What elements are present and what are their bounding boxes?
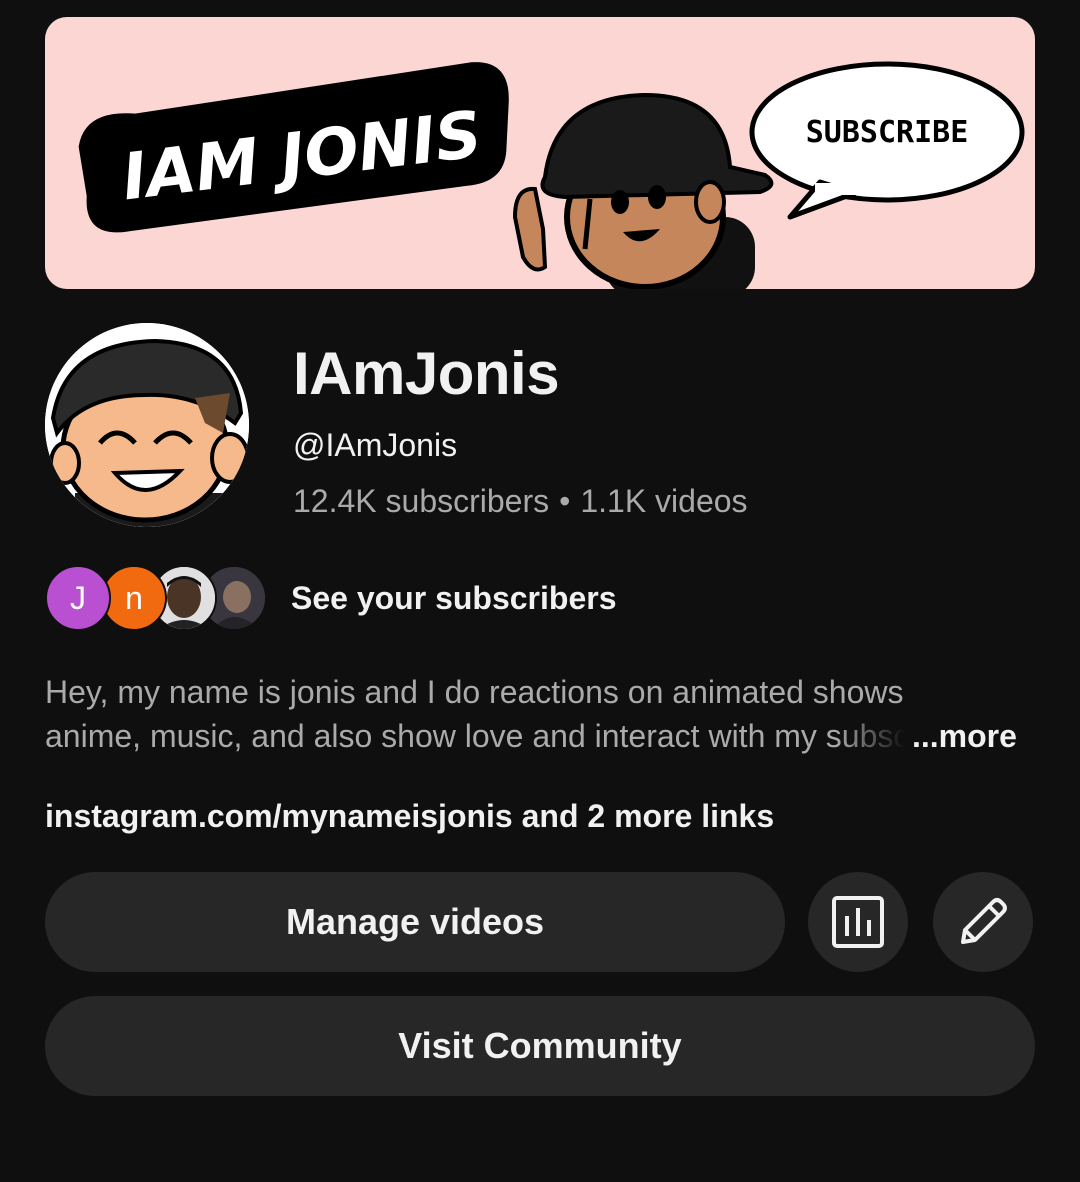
visit-community-label: Visit Community: [398, 1025, 682, 1066]
analytics-button[interactable]: [808, 872, 908, 972]
visit-community-button[interactable]: Visit Community: [45, 996, 1035, 1096]
edit-channel-button[interactable]: [933, 872, 1033, 972]
manage-videos-button[interactable]: Manage videos: [45, 872, 785, 972]
subscriber-avatars[interactable]: n J: [45, 565, 275, 631]
description-line-2: anime, music, and also show love and int…: [45, 718, 905, 754]
channel-links[interactable]: instagram.com/mynameisjonis and 2 more l…: [45, 796, 774, 836]
channel-handle: @IAmJonis: [293, 427, 458, 463]
channel-name: IAmJonis: [293, 340, 560, 407]
subscriber-count: 12.4K subscribers: [293, 483, 550, 519]
stats-separator: •: [559, 483, 571, 519]
channel-description[interactable]: Hey, my name is jonis and I do reactions…: [45, 670, 905, 758]
channel-stats: 12.4K subscribers • 1.1K videos: [293, 481, 748, 521]
avatar-illustration: [45, 323, 249, 527]
video-count: 1.1K videos: [580, 483, 748, 519]
channel-avatar[interactable]: [45, 323, 249, 527]
subscribe-speech-bubble: SUBSCRIBE: [749, 61, 1025, 220]
banner-artwork: IAM JONIS SUBSCRIBE: [78, 61, 1025, 289]
subscriber-avatar-1: J: [45, 565, 111, 631]
description-line-1: Hey, my name is jonis and I do reactions…: [45, 674, 905, 710]
manage-videos-label: Manage videos: [285, 901, 545, 942]
pencil-icon: [961, 898, 1007, 944]
see-subscribers-link[interactable]: See your subscribers: [291, 578, 616, 618]
mascot-illustration: [512, 92, 774, 289]
channel-banner: IAM JONIS SUBSCRIBE: [45, 17, 1035, 289]
more-link[interactable]: ...more: [912, 714, 1017, 758]
subscriber-avatar-1-letter: J: [70, 579, 86, 616]
bubble-text: SUBSCRIBE: [806, 115, 969, 150]
analytics-icon: [832, 896, 884, 948]
subscriber-avatar-2-letter: n: [125, 579, 143, 616]
